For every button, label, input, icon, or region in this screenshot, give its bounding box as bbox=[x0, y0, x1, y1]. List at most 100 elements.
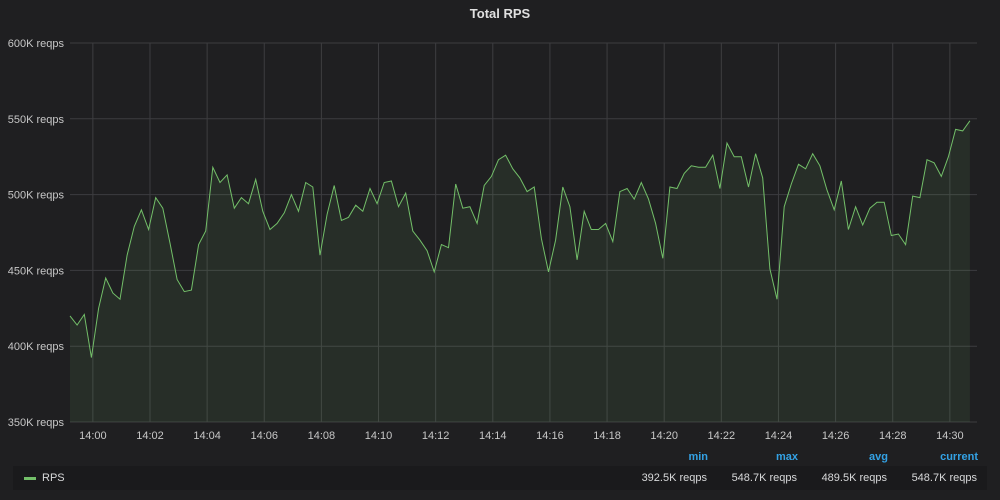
legend-row[interactable]: RPS 392.5K reqps 548.7K reqps 489.5K req… bbox=[13, 466, 987, 490]
data-point bbox=[191, 290, 192, 291]
data-point bbox=[598, 229, 599, 230]
data-point bbox=[562, 186, 563, 187]
data-point bbox=[184, 291, 185, 292]
data-point bbox=[912, 196, 913, 197]
series-name[interactable]: RPS bbox=[42, 472, 65, 484]
data-point bbox=[248, 203, 249, 204]
data-point bbox=[426, 250, 427, 251]
data-point bbox=[862, 224, 863, 225]
data-point bbox=[876, 202, 877, 203]
data-point bbox=[805, 168, 806, 169]
data-point bbox=[591, 229, 592, 230]
data-point bbox=[891, 235, 892, 236]
y-tick-label: 550K reqps bbox=[8, 114, 65, 126]
data-point bbox=[834, 209, 835, 210]
data-point bbox=[826, 189, 827, 190]
data-point bbox=[305, 182, 306, 183]
data-point bbox=[127, 255, 128, 256]
data-point bbox=[376, 203, 377, 204]
data-point bbox=[619, 191, 620, 192]
data-point bbox=[412, 230, 413, 231]
data-point bbox=[455, 183, 456, 184]
data-point bbox=[634, 199, 635, 200]
series-color-swatch[interactable] bbox=[24, 477, 36, 480]
data-point bbox=[434, 271, 435, 272]
data-point bbox=[734, 156, 735, 157]
x-tick-label: 14:06 bbox=[250, 430, 278, 442]
data-point bbox=[405, 192, 406, 193]
data-point bbox=[462, 208, 463, 209]
data-point bbox=[684, 173, 685, 174]
legend-header-current[interactable]: current bbox=[888, 451, 978, 463]
x-tick-label: 14:04 bbox=[193, 430, 221, 442]
data-point bbox=[491, 176, 492, 177]
data-point bbox=[962, 130, 963, 131]
y-tick-label: 400K reqps bbox=[8, 341, 65, 353]
data-point bbox=[905, 244, 906, 245]
data-point bbox=[712, 155, 713, 156]
data-point bbox=[319, 255, 320, 256]
data-point bbox=[212, 167, 213, 168]
legend-avg-value: 489.5K reqps bbox=[821, 472, 887, 484]
y-tick-label: 350K reqps bbox=[8, 417, 65, 429]
data-point bbox=[219, 182, 220, 183]
data-point bbox=[676, 188, 677, 189]
x-tick-label: 14:20 bbox=[650, 430, 678, 442]
legend-header-min[interactable]: min bbox=[618, 451, 708, 463]
data-point bbox=[262, 211, 263, 212]
data-point bbox=[341, 220, 342, 221]
data-point bbox=[69, 315, 70, 316]
x-tick-label: 14:08 bbox=[308, 430, 336, 442]
data-point bbox=[969, 120, 970, 121]
data-point bbox=[269, 229, 270, 230]
data-point bbox=[698, 167, 699, 168]
data-point bbox=[205, 230, 206, 231]
data-point bbox=[469, 206, 470, 207]
x-tick-label: 14:16 bbox=[536, 430, 564, 442]
data-point bbox=[869, 208, 870, 209]
data-point bbox=[119, 299, 120, 300]
data-point bbox=[576, 259, 577, 260]
data-point bbox=[662, 258, 663, 259]
x-tick-label: 14:14 bbox=[479, 430, 507, 442]
data-point bbox=[584, 211, 585, 212]
data-point bbox=[855, 206, 856, 207]
data-point bbox=[934, 162, 935, 163]
x-tick-label: 14:00 bbox=[79, 430, 107, 442]
data-point bbox=[812, 153, 813, 154]
legend-header-max[interactable]: max bbox=[708, 451, 798, 463]
data-point bbox=[719, 188, 720, 189]
x-tick-label: 14:10 bbox=[365, 430, 393, 442]
data-point bbox=[726, 142, 727, 143]
data-point bbox=[741, 156, 742, 157]
data-point bbox=[398, 206, 399, 207]
x-tick-label: 14:30 bbox=[936, 430, 964, 442]
data-point bbox=[519, 177, 520, 178]
data-point bbox=[98, 308, 99, 309]
data-point bbox=[484, 185, 485, 186]
data-point bbox=[748, 186, 749, 187]
data-point bbox=[926, 159, 927, 160]
x-tick-label: 14:26 bbox=[822, 430, 850, 442]
data-point bbox=[534, 186, 535, 187]
data-point bbox=[291, 194, 292, 195]
data-point bbox=[512, 168, 513, 169]
data-point bbox=[755, 153, 756, 154]
data-point bbox=[648, 199, 649, 200]
data-point bbox=[155, 197, 156, 198]
data-point bbox=[848, 229, 849, 230]
legend-max-value: 548.7K reqps bbox=[731, 472, 797, 484]
data-point bbox=[626, 188, 627, 189]
data-point bbox=[884, 202, 885, 203]
data-point bbox=[227, 174, 228, 175]
data-point bbox=[134, 226, 135, 227]
legend-header: min max avg current bbox=[0, 451, 1000, 465]
data-point bbox=[105, 277, 106, 278]
legend-header-avg[interactable]: avg bbox=[798, 451, 888, 463]
data-point bbox=[198, 244, 199, 245]
x-tick-label: 14:24 bbox=[765, 430, 793, 442]
data-point bbox=[77, 324, 78, 325]
y-tick-label: 500K reqps bbox=[8, 190, 65, 202]
data-point bbox=[112, 293, 113, 294]
data-point bbox=[498, 159, 499, 160]
